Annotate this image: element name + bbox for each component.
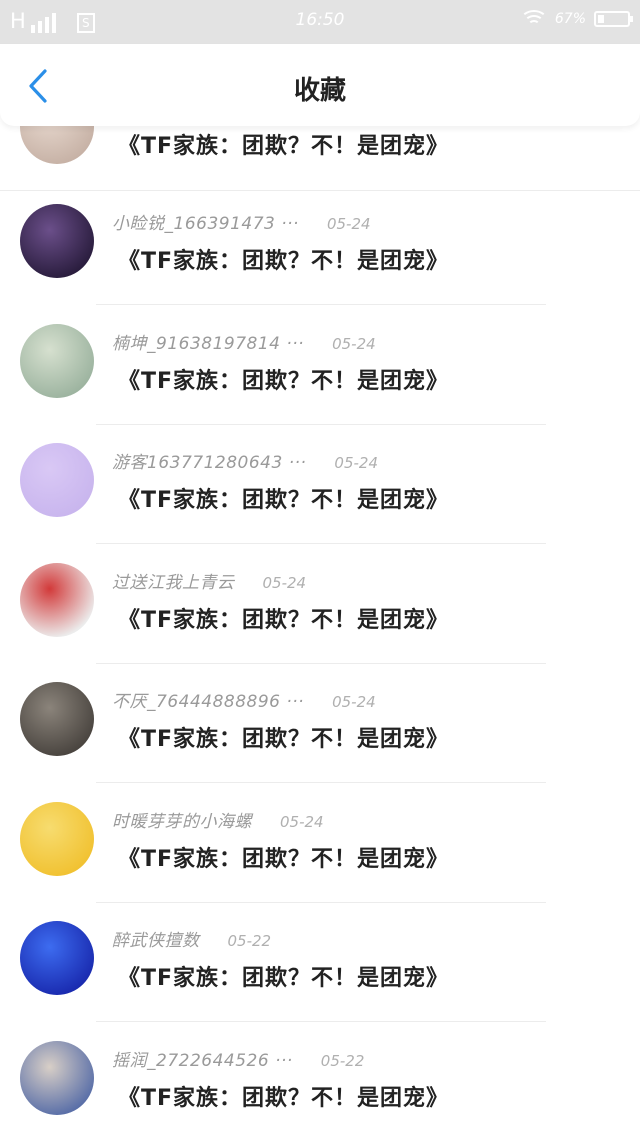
list-item[interactable]: 过送江我上青云 05-24 《TF家族：团欺？不！是团宠》	[0, 545, 640, 664]
story-title[interactable]: 《TF家族：团欺？不！是团宠》	[118, 1080, 449, 1112]
username[interactable]: 时暖芽芽的小海螺	[112, 807, 252, 832]
avatar[interactable]	[20, 323, 94, 398]
list-item[interactable]: 不厌_76444888896 ··· 05-24 《TF家族：团欺？不！是团宠》	[0, 664, 640, 783]
post-date: 05-24	[334, 454, 378, 472]
post-date: 05-24	[332, 334, 376, 353]
status-right: 67%	[519, 10, 633, 28]
username[interactable]: 游客163771280643 ···	[112, 448, 306, 473]
username[interactable]: 摇润_2722644526 ···	[112, 1046, 293, 1071]
avatar[interactable]	[20, 204, 94, 278]
story-title[interactable]: 《TF家族：团欺？不！是团宠》	[118, 128, 449, 160]
item-meta: 楠坤_91638197814 ··· 05-24	[112, 329, 376, 354]
story-title[interactable]: 《TF家族：团欺？不！是团宠》	[118, 721, 449, 753]
post-date: 05-24	[280, 812, 324, 831]
avatar[interactable]	[20, 443, 94, 517]
item-meta: 摇润_2722644526 ··· 05-22	[112, 1046, 364, 1071]
list-item[interactable]: 醉武侠擅数 05-22 《TF家族：团欺？不！是团宠》	[0, 903, 640, 1022]
avatar[interactable]	[20, 682, 94, 756]
username[interactable]: 过送江我上青云	[112, 568, 235, 593]
item-meta: 不厌_76444888896 ··· 05-24	[112, 687, 376, 712]
story-title[interactable]: 《TF家族：团欺？不！是团宠》	[118, 602, 449, 634]
list-item[interactable]: 摇润_2722644526 ··· 05-22 《TF家族：团欺？不！是团宠》	[0, 1023, 640, 1138]
post-date: 05-24	[262, 573, 307, 592]
post-date: 05-22	[227, 932, 272, 950]
avatar[interactable]	[20, 562, 94, 637]
username[interactable]: 楠坤_91638197814 ···	[112, 329, 304, 354]
item-meta: 时暖芽芽的小海螺 05-24	[112, 807, 324, 832]
avatar[interactable]	[20, 126, 94, 164]
list-item-partial[interactable]: 《TF家族：团欺？不！是团宠》	[0, 126, 640, 191]
list-item[interactable]: 小睑锐_166391473 ··· 05-24 《TF家族：团欺？不！是团宠》	[0, 186, 640, 305]
username[interactable]: 不厌_76444888896 ···	[112, 687, 304, 712]
story-title[interactable]: 《TF家族：团欺？不！是团宠》	[118, 960, 449, 992]
story-title[interactable]: 《TF家族：团欺？不！是团宠》	[118, 243, 449, 275]
battery-icon	[594, 11, 633, 27]
list-item[interactable]: 游客163771280643 ··· 05-24 《TF家族：团欺？不！是团宠》	[0, 425, 640, 544]
avatar[interactable]	[20, 921, 94, 995]
status-bar: H S 16:50 67%	[0, 0, 640, 44]
battery-percent: 67%	[554, 11, 586, 27]
item-meta: 过送江我上青云 05-24	[112, 568, 306, 593]
list-item[interactable]: 楠坤_91638197814 ··· 05-24 《TF家族：团欺？不！是团宠》	[0, 306, 640, 425]
story-title[interactable]: 《TF家族：团欺？不！是团宠》	[118, 363, 449, 395]
favorites-list: 《TF家族：团欺？不！是团宠》 小睑锐_166391473 ··· 05-24 《TF…	[0, 126, 640, 1138]
nav-header: 收藏	[0, 44, 640, 126]
wifi-icon	[519, 10, 548, 28]
item-meta: 小睑锐_166391473 ··· 05-24	[112, 209, 371, 234]
post-date: 05-22	[320, 1051, 365, 1070]
story-title[interactable]: 《TF家族：团欺？不！是团宠》	[118, 841, 449, 873]
username[interactable]: 醉武侠擅数	[112, 926, 200, 951]
avatar[interactable]	[20, 1040, 94, 1115]
list-item[interactable]: 时暖芽芽的小海螺 05-24 《TF家族：团欺？不！是团宠》	[0, 784, 640, 903]
story-title[interactable]: 《TF家族：团欺？不！是团宠》	[118, 482, 449, 514]
post-date: 05-24	[326, 215, 371, 233]
post-date: 05-24	[332, 693, 376, 711]
page-title: 收藏	[293, 76, 346, 106]
item-meta: 游客163771280643 ··· 05-24	[112, 448, 378, 473]
avatar[interactable]	[20, 801, 94, 876]
username[interactable]: 小睑锐_166391473 ···	[112, 209, 299, 234]
item-meta: 醉武侠擅数 05-22	[112, 926, 271, 951]
